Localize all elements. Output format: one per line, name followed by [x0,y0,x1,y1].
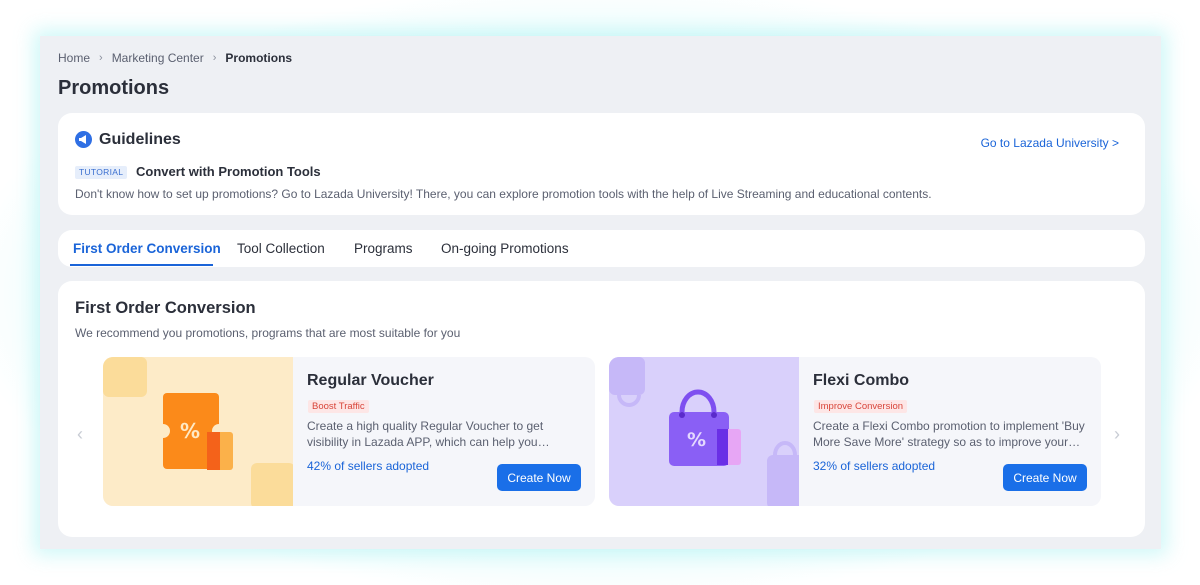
boost-traffic-tag: Boost Traffic [308,400,369,413]
card-description: Create a Flexi Combo promotion to implem… [813,419,1085,449]
chevron-right-icon: › [99,52,103,64]
guidelines-description: Don't know how to set up promotions? Go … [75,187,932,201]
section-subtitle: We recommend you promotions, programs th… [75,326,461,340]
card-title: Regular Voucher [307,372,434,389]
adoption-rate: 42% of sellers adopted [307,459,430,473]
card-description: Create a high quality Regular Voucher to… [307,419,544,449]
carousel-prev-icon[interactable]: ‹ [77,424,83,445]
guidelines-card: Guidelines Go to Lazada University > TUT… [58,113,1145,215]
combo-illustration: % [609,357,807,506]
lazada-university-link[interactable]: Go to Lazada University > [981,136,1119,150]
voucher-icon: % [103,357,295,506]
tab-first-order-conversion[interactable]: First Order Conversion [73,241,221,256]
tutorial-title[interactable]: Convert with Promotion Tools [136,164,321,179]
carousel-next-icon[interactable]: › [1114,424,1120,445]
shopping-bag-icon: % [609,357,807,506]
breadcrumb: Home › Marketing Center › Promotions [58,50,292,66]
voucher-illustration: % [103,357,295,506]
regular-voucher-card: % Regular Voucher Boost Traffic Create a… [103,357,595,506]
guidelines-title: Guidelines [99,131,181,148]
chevron-right-icon: › [212,52,217,64]
create-flexi-combo-button[interactable]: Create Now [1003,464,1087,491]
page-title: Promotions [58,77,170,99]
svg-text:%: % [687,429,706,451]
svg-text:%: % [180,419,200,443]
tab-tool-collection[interactable]: Tool Collection [237,241,325,256]
card-title: Flexi Combo [813,372,910,389]
promotions-page: Home › Marketing Center › Promotions Pro… [40,36,1161,549]
tab-bar: First Order Conversion Tool Collection P… [58,230,1145,267]
tab-programs[interactable]: Programs [354,241,413,256]
flexi-combo-card: % Flexi Combo Improve Conversion Create … [609,357,1101,506]
tab-ongoing-promotions[interactable]: On-going Promotions [441,241,569,256]
breadcrumb-current: Promotions [225,51,293,65]
first-order-conversion-section: First Order Conversion We recommend you … [58,281,1145,537]
active-tab-indicator [70,264,213,266]
megaphone-icon [75,131,92,148]
create-regular-voucher-button[interactable]: Create Now [497,464,581,491]
tutorial-badge: TUTORIAL [75,166,128,179]
improve-conversion-tag: Improve Conversion [814,400,908,413]
adoption-rate: 32% of sellers adopted [813,459,936,473]
breadcrumb-marketing-center[interactable]: Marketing Center [112,51,204,65]
section-title: First Order Conversion [75,299,256,317]
breadcrumb-home[interactable]: Home [58,51,90,65]
